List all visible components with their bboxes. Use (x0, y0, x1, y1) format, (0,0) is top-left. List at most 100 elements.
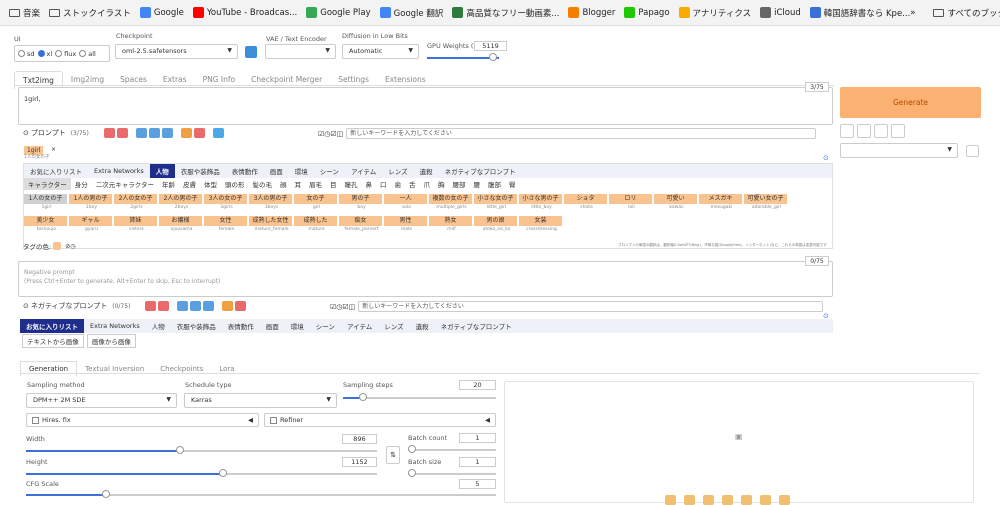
bookmark-item[interactable]: 韓国語辞書なら Kpe... (809, 7, 910, 19)
category-tab[interactable]: ネガティブなプロンプト (435, 319, 518, 333)
prompt-keyword-input[interactable]: 新しいキーワードを入力してください (346, 128, 817, 139)
bookmark-item[interactable]: 高品質なフリー動画素... (452, 7, 559, 19)
vae-select[interactable]: ▼ (265, 44, 336, 59)
star-icon[interactable] (779, 495, 790, 505)
schedule-select[interactable]: Karras ▼ (184, 393, 337, 408)
category-tab[interactable]: 表情動作 (222, 319, 260, 333)
category-tab[interactable]: お気に入りリスト (24, 164, 88, 178)
cfg-input[interactable]: 5 (459, 479, 496, 489)
style-apply-icon[interactable] (891, 124, 905, 138)
bookmark-item[interactable]: » (910, 8, 915, 18)
folder-icon[interactable] (665, 495, 676, 505)
keyword-item[interactable]: 成熟した mature (294, 216, 339, 235)
category-tab[interactable]: レンズ (382, 164, 413, 178)
keyword-item[interactable]: 2人の男の子 2boys (159, 194, 204, 213)
ui-radio-all[interactable]: all (79, 50, 96, 58)
hires-checkbox[interactable] (32, 416, 39, 424)
refresh-icon[interactable] (245, 46, 257, 58)
category-tab[interactable]: シーン (310, 319, 341, 333)
subcategory-tab[interactable]: 耳 (291, 178, 306, 190)
steps-input[interactable]: 20 (459, 380, 496, 390)
subcategory-tab[interactable]: 頭の形 (221, 178, 249, 190)
color-icons[interactable]: ⊘◷ (65, 243, 75, 250)
styles-select[interactable]: ▼ (840, 143, 958, 158)
height-slider[interactable] (218, 469, 227, 477)
keyword-item[interactable]: ロリ loli (609, 194, 654, 213)
keyword-item[interactable]: 3人の男の子 3boys (249, 194, 294, 213)
refiner-checkbox[interactable] (270, 416, 277, 424)
subcategory-tab[interactable]: 体型 (200, 178, 221, 190)
keyword-item[interactable]: 一人 solo (384, 194, 429, 213)
steps-slider[interactable] (358, 393, 367, 401)
sub-text-to-image[interactable]: テキストから画像 (22, 334, 84, 348)
ui-radio-flux[interactable]: flux (55, 50, 76, 58)
diffusion-select[interactable]: Automatic ▼ (342, 44, 419, 59)
refiner-toggle[interactable]: Refiner ◀ (264, 413, 496, 427)
keyword-item[interactable]: 男の子 boy (339, 194, 384, 213)
subcategory-tab[interactable]: キャラクター (24, 178, 71, 190)
negative-keyword-input[interactable]: 新しいキーワードを入力してください (358, 301, 824, 312)
keyword-item[interactable]: 女の子 girl (294, 194, 339, 213)
hires-fix-toggle[interactable]: Hires. fix ◀ (26, 413, 259, 427)
category-tab[interactable]: 衣服や装飾品 (175, 164, 226, 178)
category-tab[interactable]: アイテム (341, 319, 378, 333)
keyword-item[interactable]: お嬢様 ojousama (159, 216, 204, 235)
category-tab[interactable]: Extra Networks (88, 165, 150, 177)
keyword-item[interactable]: 姉妹 sisters (114, 216, 159, 235)
close-icon[interactable]: × (51, 146, 56, 153)
subcategory-tab[interactable]: 髪の毛 (249, 178, 277, 190)
subcategory-tab[interactable]: 歯 (391, 178, 406, 190)
batch-size-input[interactable]: 1 (459, 457, 496, 467)
subcategory-tab[interactable]: 眉毛 (305, 178, 326, 190)
category-tab[interactable]: 環境 (285, 319, 310, 333)
category-tab[interactable]: 画面 (264, 164, 289, 178)
keyword-item[interactable]: 女装 crossdressing (519, 216, 564, 235)
bookmark-item[interactable]: すべてのブックマーク (933, 7, 1000, 19)
category-tab[interactable]: 遺殺 (414, 164, 439, 178)
subcategory-tab[interactable]: 爪 (420, 178, 435, 190)
keyword-item[interactable]: ギャル gyaru (69, 216, 114, 235)
keyword-item[interactable]: 痴女 female_pervert (339, 216, 384, 235)
subcategory-tab[interactable]: 年齢 (158, 178, 179, 190)
category-tab[interactable]: Extra Networks (84, 320, 146, 332)
keyword-item[interactable]: 1人の女の子 1girl (24, 194, 69, 213)
category-tab[interactable]: 遺殺 (410, 319, 435, 333)
keyword-item[interactable]: ショタ shota (564, 194, 609, 213)
expand-icon[interactable]: ⊙ (823, 154, 829, 162)
keyword-item[interactable]: 1人の男の子 1boy (69, 194, 114, 213)
bookmark-item[interactable]: Papago (624, 7, 670, 18)
collapse-icon[interactable]: ⊙ (23, 129, 29, 137)
category-tab[interactable]: アイテム (345, 164, 382, 178)
category-tab[interactable]: 画面 (260, 319, 285, 333)
bookmark-item[interactable]: Blogger (568, 7, 615, 18)
edit-style-icon[interactable] (966, 145, 979, 157)
category-tab[interactable]: ネガティブなプロンプト (439, 164, 522, 178)
batch-size-slider[interactable] (408, 469, 416, 477)
subcategory-tab[interactable]: 身分 (71, 178, 92, 190)
category-tab[interactable]: 衣服や装飾品 (171, 319, 222, 333)
prompt-textarea[interactable]: 1girl, (18, 87, 833, 125)
subcategory-tab[interactable]: 胸 (434, 178, 449, 190)
subcategory-tab[interactable]: 瞳孔 (341, 178, 362, 190)
category-tab[interactable]: レンズ (378, 319, 409, 333)
category-tab[interactable]: お気に入りリスト (20, 319, 84, 333)
category-tab[interactable]: 人物 (146, 319, 171, 333)
swap-dimensions-icon[interactable]: ⇅ (386, 446, 400, 464)
bookmark-item[interactable]: Google Play (306, 7, 371, 18)
keyword-item[interactable]: 2人の女の子 2girls (114, 194, 159, 213)
ui-radio-sd[interactable]: sd (18, 50, 35, 58)
keyword-item[interactable]: 熟女 milf (429, 216, 474, 235)
bookmark-item[interactable]: iCloud (760, 7, 801, 18)
pencil-icon[interactable] (840, 124, 854, 138)
bookmark-item[interactable]: ストックイラスト (49, 7, 131, 19)
batch-count-input[interactable]: 1 (459, 433, 496, 443)
bookmark-item[interactable]: アナリティクス (678, 7, 751, 19)
send-to-extras-icon[interactable] (760, 495, 771, 505)
cfg-slider[interactable] (101, 490, 110, 498)
subcategory-tab[interactable]: 腹部 (484, 178, 505, 190)
keyword-item[interactable]: 複数の女の子 multiple_girls (429, 194, 474, 213)
category-tab[interactable]: 人物 (149, 164, 175, 178)
subcategory-tab[interactable]: 二次元キャラクター (92, 178, 158, 190)
category-tab[interactable]: 表情動作 (226, 164, 264, 178)
keyword-item[interactable]: 小さな女の子 little_girl (474, 194, 519, 213)
